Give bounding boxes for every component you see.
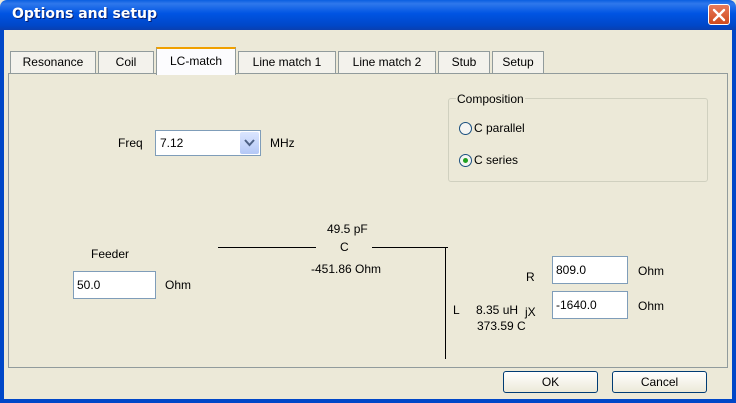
composition-group (448, 98, 708, 182)
ok-button[interactable]: OK (503, 371, 598, 393)
freq-unit: MHz (270, 136, 295, 150)
window-border-bottom (0, 399, 736, 403)
tab-resonance[interactable]: Resonance (10, 51, 96, 73)
freq-dropdown-button[interactable] (240, 132, 259, 154)
feeder-label: Feeder (91, 247, 130, 261)
feeder-input[interactable] (73, 271, 156, 299)
tab-coil[interactable]: Coil (98, 51, 154, 73)
freq-combobox[interactable]: 7.12 (155, 130, 261, 156)
r-label: R (526, 270, 535, 284)
composition-title: Composition (456, 92, 525, 106)
r-unit: Ohm (638, 264, 665, 278)
c-parallel-radio[interactable] (459, 122, 472, 135)
r-input[interactable] (552, 256, 628, 284)
jx-label: jX (525, 305, 536, 319)
c-parallel-label[interactable]: C parallel (474, 121, 525, 135)
feeder-unit: Ohm (165, 278, 192, 292)
freq-value: 7.12 (160, 136, 184, 150)
capacitor-symbol: C (340, 240, 349, 254)
window-title: Options and setup (12, 6, 158, 22)
circuit-wire-shunt (445, 247, 446, 359)
jx-input[interactable] (552, 291, 628, 319)
close-button[interactable] (708, 4, 730, 25)
cancel-button[interactable]: Cancel (612, 371, 707, 393)
tab-line-match-1[interactable]: Line match 1 (238, 51, 336, 73)
freq-label: Freq (118, 136, 143, 150)
inductor-symbol: L (453, 303, 460, 317)
title-bar[interactable]: Options and setup (0, 0, 736, 30)
capacitor-reactance: -451.86 Ohm (311, 262, 382, 276)
window-border-left (0, 30, 4, 403)
circuit-wire-right (372, 247, 448, 248)
chevron-down-icon (244, 139, 255, 147)
window-border-right (732, 30, 736, 403)
jx-unit: Ohm (638, 299, 665, 313)
circuit-wire-left (218, 247, 316, 248)
capacitor-value: 49.5 pF (327, 222, 368, 236)
tab-lc-match[interactable]: LC-match (156, 47, 236, 75)
tab-setup[interactable]: Setup (492, 51, 544, 73)
c-series-radio[interactable] (459, 154, 472, 167)
tab-stub[interactable]: Stub (438, 51, 490, 73)
tab-line-match-2[interactable]: Line match 2 (338, 51, 436, 73)
inductor-value: 8.35 uH (476, 303, 519, 317)
c-series-label[interactable]: C series (474, 153, 518, 167)
inductor-reactance: 373.59 C (477, 319, 526, 333)
close-icon (712, 8, 726, 22)
